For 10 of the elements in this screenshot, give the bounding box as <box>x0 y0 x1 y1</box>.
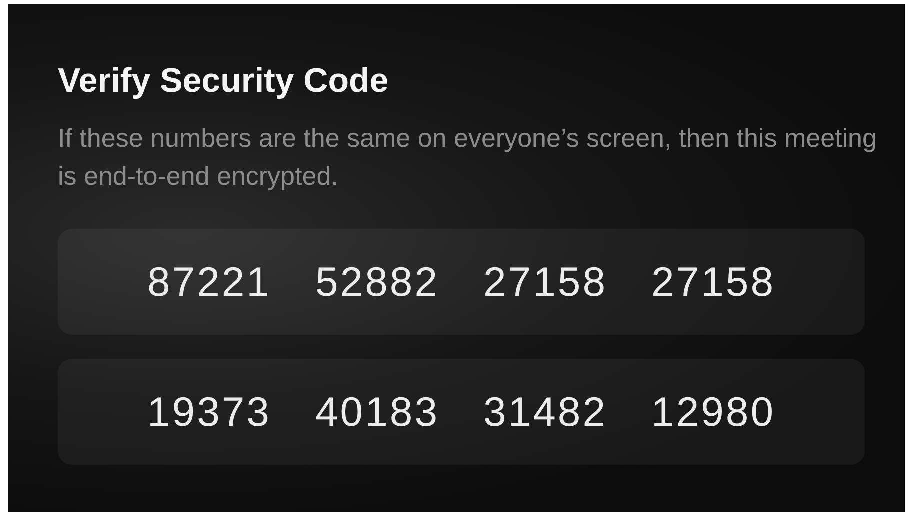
code-number: 12980 <box>652 388 776 436</box>
dialog-title: Verify Security Code <box>58 62 390 101</box>
code-number: 27158 <box>652 258 776 306</box>
code-number: 19373 <box>147 388 272 436</box>
description-text: If these numbers are the same on everyone’s screen, then this meeting is end-to-end encrypted. <box>58 122 878 193</box>
code-number: 31482 <box>484 388 608 436</box>
code-number: 52882 <box>315 258 440 306</box>
code-number: 40183 <box>315 388 440 436</box>
code-number: 27158 <box>484 258 608 306</box>
code-number: 87221 <box>147 258 272 306</box>
